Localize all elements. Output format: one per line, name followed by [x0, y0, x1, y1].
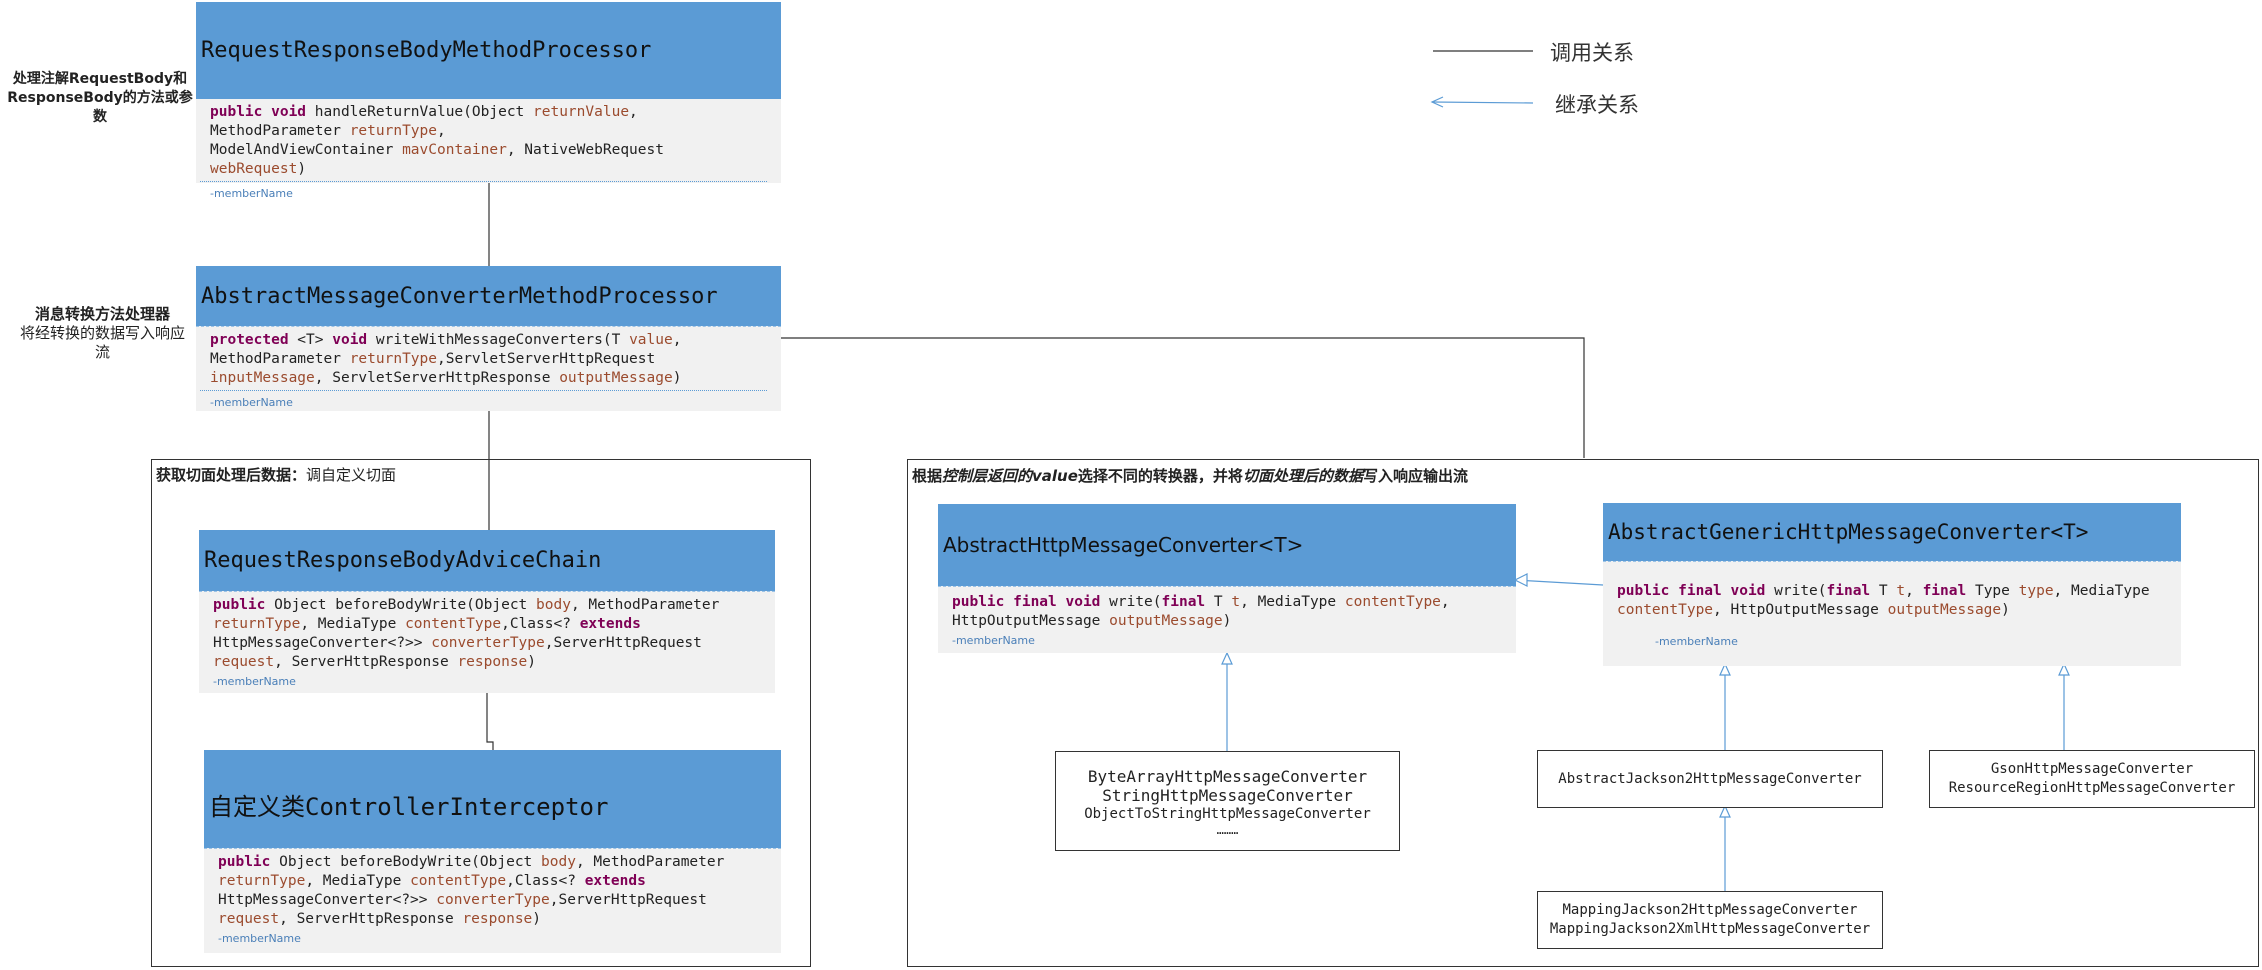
class-header: AbstractHttpMessageConverter<T> — [938, 504, 1516, 586]
call-amcmp-to-converters — [781, 337, 1585, 458]
converter-name: ObjectToStringHttpMessageConverter — [1084, 805, 1371, 822]
converter-label-line2: 流 — [94, 343, 110, 361]
member-name: -memberName — [200, 181, 767, 203]
class-name: AbstractHttpMessageConverter<T> — [943, 533, 1304, 557]
converter-box-gson: GsonHttpMessageConverter ResourceRegionH… — [1929, 750, 2255, 808]
group-converters-title-part5: 写入响应输出流 — [1362, 467, 1468, 485]
member-name: -memberName — [952, 634, 1035, 647]
class-abstract-generic-http-message-converter: AbstractGenericHttpMessageConverter<T> p… — [1603, 503, 2181, 666]
method-signature: public final void write(final T t, Media… — [938, 586, 1516, 650]
group-converters-title-part4: 切面处理后的数据 — [1242, 467, 1363, 485]
member-name: -memberName — [218, 932, 301, 945]
converter-box-jackson: AbstractJackson2HttpMessageConverter — [1537, 750, 1883, 808]
processor-label-line1: 处理注解RequestBody和 — [12, 71, 188, 87]
method-signature: public void handleReturnValue(Object ret… — [196, 99, 781, 203]
class-header: AbstractMessageConverterMethodProcessor — [196, 266, 781, 326]
converter-name: ResourceRegionHttpMessageConverter — [1948, 780, 2236, 796]
class-abstract-http-message-converter: AbstractHttpMessageConverter<T> public f… — [938, 504, 1516, 653]
processor-label-line2: ResponseBody的方法或参 — [7, 90, 193, 106]
converter-name: GsonHttpMessageConverter — [1990, 761, 2194, 777]
processor-label-line3: 数 — [93, 109, 107, 125]
class-header: 自定义类ControllerInterceptor — [204, 750, 781, 848]
class-header: RequestResponseBodyAdviceChain — [199, 530, 775, 591]
legend-inherit-line — [1431, 101, 1534, 104]
class-header: RequestResponseBodyMethodProcessor — [196, 2, 781, 99]
method-signature: public Object beforeBodyWrite(Object bod… — [199, 591, 775, 691]
converter-name: MappingJackson2XmlHttpMessageConverter — [1549, 921, 1871, 937]
legend-call-label: 调用关系 — [1550, 41, 1634, 65]
class-name: AbstractGenericHttpMessageConverter<T> — [1608, 520, 2089, 544]
class-name: RequestResponseBodyMethodProcessor — [201, 38, 652, 63]
group-advice-title-bold: 获取切面处理后数据： — [156, 466, 307, 484]
member-name: -memberName — [213, 675, 296, 688]
method-signature: public Object beforeBodyWrite(Object bod… — [204, 848, 781, 948]
converter-name: AbstractJackson2HttpMessageConverter — [1558, 770, 1862, 787]
member-name: -memberName — [200, 390, 767, 412]
group-converters-title-part3: 选择不同的转换器，并将 — [1077, 467, 1243, 485]
class-header: AbstractGenericHttpMessageConverter<T> — [1603, 503, 2181, 561]
class-abstract-message-converter-method-processor: AbstractMessageConverterMethodProcessor … — [196, 266, 781, 411]
converter-name: MappingJackson2HttpMessageConverter — [1562, 902, 1858, 918]
group-converters-title-part2: 控制层返回的value — [942, 467, 1078, 485]
converter-side-label: 消息转换方法处理器 将经转换的数据写入响应 流 — [0, 305, 205, 362]
converter-box-bytearray: ByteArrayHttpMessageConverter StringHttp… — [1055, 751, 1400, 851]
class-request-response-body-advice-chain: RequestResponseBodyAdviceChain public Ob… — [199, 530, 775, 693]
group-advice-title-rest: 调自定义切面 — [306, 466, 397, 484]
group-advice-title: 获取切面处理后数据：调自定义切面 — [156, 464, 396, 485]
converter-name: StringHttpMessageConverter — [1102, 785, 1353, 805]
member-name: -memberName — [1655, 635, 1738, 648]
class-name: AbstractMessageConverterMethodProcessor — [201, 283, 718, 309]
group-converters-title-part1: 根据 — [912, 467, 943, 485]
ellipsis: ……… — [1216, 822, 1239, 837]
legend-inherit-label: 继承关系 — [1555, 93, 1639, 117]
class-name: RequestResponseBodyAdviceChain — [204, 548, 602, 573]
class-name: 自定义类ControllerInterceptor — [209, 792, 609, 821]
class-controller-interceptor: 自定义类ControllerInterceptor public Object … — [204, 750, 781, 953]
method-signature: public final void write(final T t, final… — [1603, 561, 2181, 651]
converter-box-mapping: MappingJackson2HttpMessageConverter Mapp… — [1537, 891, 1883, 949]
converter-label-line1: 将经转换的数据写入响应 — [19, 324, 185, 342]
method-signature: protected <T> void writeWithMessageConve… — [196, 326, 781, 412]
group-converters-title: 根据控制层返回的value选择不同的转换器，并将切面处理后的数据写入响应输出流 — [912, 465, 1468, 486]
class-request-response-body-method-processor: RequestResponseBodyMethodProcessor publi… — [196, 2, 781, 200]
processor-side-label: 处理注解RequestBody和 ResponseBody的方法或参 数 — [0, 70, 200, 127]
converter-name: ByteArrayHttpMessageConverter — [1087, 766, 1368, 786]
converter-label-title: 消息转换方法处理器 — [34, 305, 170, 323]
